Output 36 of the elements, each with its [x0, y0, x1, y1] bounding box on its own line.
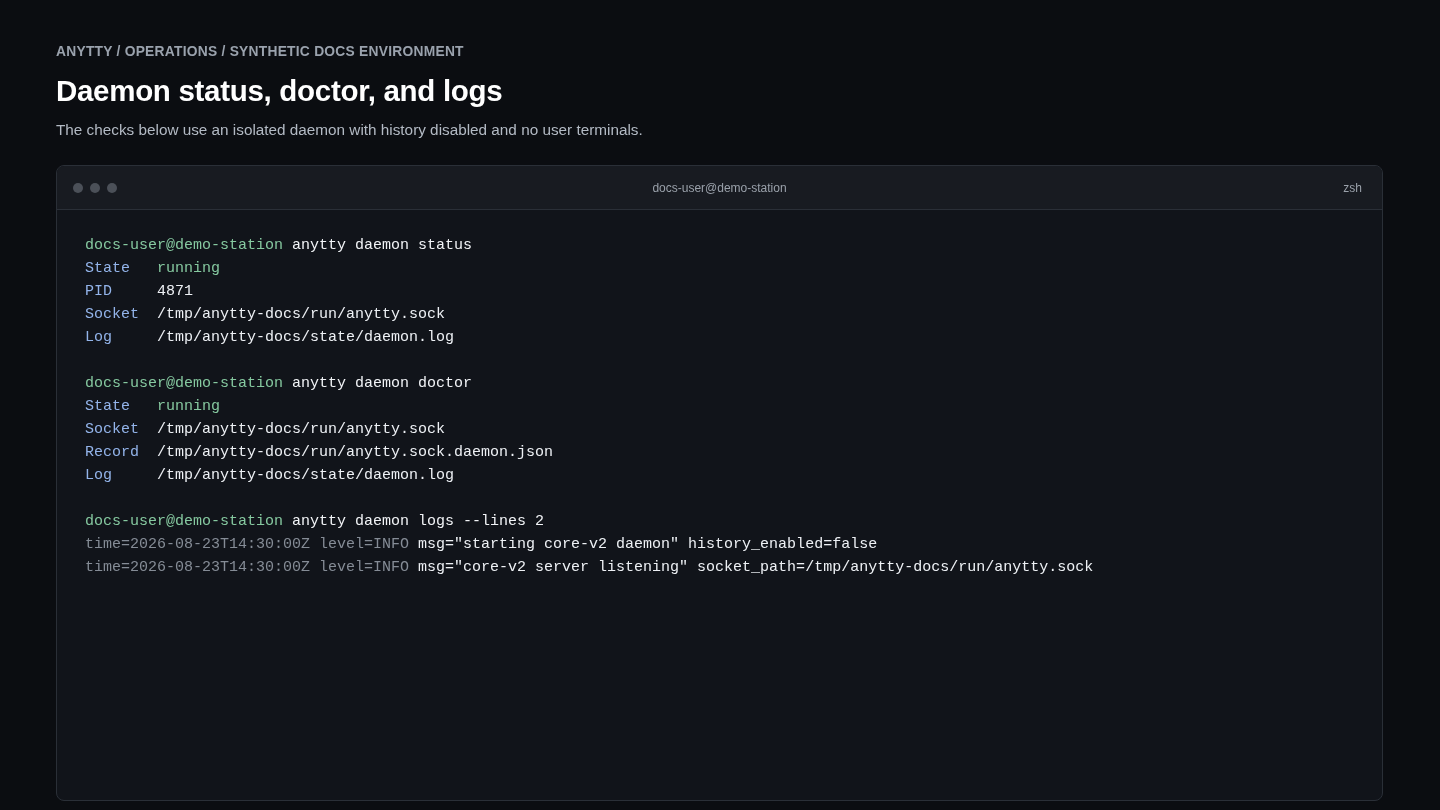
- log-message: msg="core-v2 server listening" socket_path=/tmp/anytty-docs/run/anytty.sock: [418, 558, 1094, 578]
- field-value: /tmp/anytty-docs/state/daemon.log: [157, 466, 455, 486]
- field-value: 4871: [157, 282, 193, 302]
- field-value: /tmp/anytty-docs/run/anytty.sock: [157, 420, 446, 440]
- prompt-text: docs-user@demo-station: [85, 374, 284, 394]
- field-value: /tmp/anytty-docs/run/anytty.sock.daemon.json: [157, 443, 554, 463]
- prompt-text: docs-user@demo-station: [85, 236, 284, 256]
- breadcrumb-text: ANYTTY / OPERATIONS / SYNTHETIC DOCS ENVIRONMENT: [56, 44, 464, 60]
- field-label: PID: [85, 282, 112, 302]
- field-label: Socket: [85, 305, 139, 325]
- log-level: level=INFO: [319, 558, 410, 578]
- window-dot-icon: [107, 182, 117, 193]
- log-message: msg="starting core-v2 daemon" history_enabled=false: [418, 535, 878, 555]
- command-text: anytty daemon status: [292, 236, 473, 256]
- log-time: time=2026-08-23T14:30:00Z: [85, 535, 311, 555]
- status-value: running: [157, 397, 220, 417]
- log-level: level=INFO: [319, 535, 410, 555]
- status-value: running: [157, 259, 220, 279]
- window-dot-icon: [73, 182, 83, 193]
- field-value: /tmp/anytty-docs/run/anytty.sock: [157, 305, 446, 325]
- field-label: Log: [85, 466, 112, 486]
- field-label: Record: [85, 443, 139, 463]
- window-dot-icon: [90, 182, 100, 193]
- field-label: State: [85, 259, 130, 279]
- field-value: /tmp/anytty-docs/state/daemon.log: [157, 328, 455, 348]
- field-label: Socket: [85, 420, 139, 440]
- page-description: The checks below use an isolated daemon with history disabled and no user terminals.: [56, 121, 643, 139]
- field-label: Log: [85, 328, 112, 348]
- command-text: anytty daemon logs --lines 2: [292, 512, 545, 532]
- prompt-text: docs-user@demo-station: [85, 512, 284, 532]
- page-title: Daemon status, doctor, and logs: [56, 74, 503, 108]
- field-label: State: [85, 397, 130, 417]
- shell-name: zsh: [1343, 179, 1362, 197]
- terminal-title: docs-user@demo-station: [652, 179, 787, 197]
- log-time: time=2026-08-23T14:30:00Z: [85, 558, 311, 578]
- command-text: anytty daemon doctor: [292, 374, 473, 394]
